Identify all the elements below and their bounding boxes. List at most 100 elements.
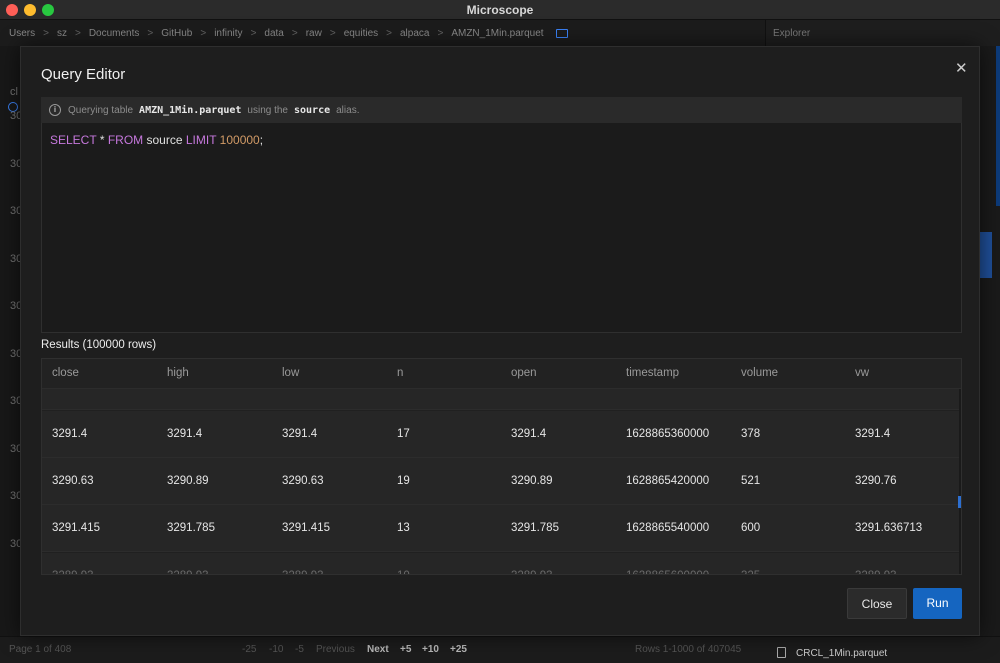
breadcrumb-item[interactable]: data	[264, 28, 283, 39]
column-header-timestamp[interactable]: timestamp	[626, 367, 679, 379]
breadcrumb-separator: >	[291, 27, 298, 39]
breadcrumb-separator: >	[437, 27, 444, 39]
sql-star: *	[99, 133, 105, 147]
explorer-label: Explorer	[773, 28, 811, 39]
info-middle: using the	[247, 104, 288, 116]
results-label: Results (100000 rows)	[41, 339, 157, 351]
column-header-vw[interactable]: vw	[855, 367, 869, 379]
table-cell-n: 13	[397, 522, 410, 534]
breadcrumb-item[interactable]: equities	[344, 28, 378, 39]
table-cell-vw: 3289.93	[855, 570, 897, 574]
app-title: Microscope	[466, 3, 534, 17]
table-cell-open: 3290.89	[511, 475, 553, 487]
breadcrumb-separator: >	[147, 27, 154, 39]
table-cell-high: 3291.4	[167, 428, 203, 440]
pager-plus-10[interactable]: +10	[422, 644, 439, 655]
sql-editor[interactable]: SELECT * FROM source LIMIT 100000;	[41, 123, 962, 333]
info-suffix: alias.	[336, 104, 360, 116]
close-button[interactable]: Close	[847, 588, 907, 619]
table-scrollbar[interactable]	[959, 389, 961, 574]
table-row[interactable]: 3291.4 3291.4 3291.4 17 3291.4 1628865360000 3…	[42, 411, 959, 458]
table-cell-close: 3291.415	[52, 522, 100, 534]
breadcrumb-separator: >	[250, 27, 257, 39]
column-header-volume[interactable]: volume	[741, 367, 778, 379]
title-bar: Microscope	[0, 0, 1000, 20]
table-cell-timestamp: 1628865540000	[626, 522, 710, 534]
info-alias: source	[294, 104, 331, 116]
results-table[interactable]: 3292.43292.9133292.4153292.9131628865240…	[41, 358, 962, 575]
query-editor-modal: Query Editor ✕ i Querying table AMZN_1Mi…	[20, 46, 980, 636]
table-cell-n: 17	[397, 428, 410, 440]
explorer-file-item[interactable]: CRCL_1Min.parquet	[796, 648, 887, 659]
pager-minus-25[interactable]: -25	[242, 644, 256, 655]
query-info-bar: i Querying table AMZN_1Min.parquet using…	[41, 97, 962, 123]
table-cell-volume: 600	[741, 522, 761, 534]
table-cell-timestamp: 1628865420000	[626, 475, 710, 487]
rows-indicator: Rows 1-1000 of 407045	[635, 644, 742, 655]
sql-keyword-from: FROM	[107, 133, 144, 147]
sql-keyword-select: SELECT	[50, 133, 97, 147]
table-cell-vw: 3291.636713	[855, 522, 923, 534]
table-cell-close: 3289.93	[52, 570, 94, 574]
pager-plus-25[interactable]: +25	[450, 644, 467, 655]
column-header-close[interactable]: close	[52, 367, 79, 379]
table-cell-vw: 3291.4	[855, 428, 891, 440]
column-header-high[interactable]: high	[167, 367, 189, 379]
breadcrumb-item[interactable]: Users	[9, 28, 35, 39]
sql-source: source	[146, 133, 183, 147]
table-cell-close: 3290.63	[52, 475, 94, 487]
breadcrumb-item[interactable]: GitHub	[161, 28, 192, 39]
breadcrumb-separator: >	[329, 27, 336, 39]
table-cell-low: 3291.4	[282, 428, 318, 440]
table-cell-open: 3291.785	[511, 522, 559, 534]
run-button[interactable]: Run	[913, 588, 962, 619]
table-row[interactable]: 3291.415 3291.785 3291.415 13 3291.785 162886…	[42, 505, 959, 552]
column-header-low[interactable]: low	[282, 367, 299, 379]
breadcrumb-item[interactable]: AMZN_1Min.parquet	[451, 28, 543, 39]
sql-limit-value: 100000	[219, 133, 260, 147]
breadcrumb: Users > sz > Documents > GitHub > infinity > data >…	[0, 20, 765, 46]
column-header-n[interactable]: n	[397, 367, 403, 379]
table-cell-volume: 521	[741, 475, 761, 487]
table-cell-open: 3289.93	[511, 570, 553, 574]
pager-previous[interactable]: Previous	[316, 644, 355, 655]
table-cell-low: 3289.93	[282, 570, 324, 574]
table-cell-high: 3289.93	[167, 570, 209, 574]
column-header-open[interactable]: open	[511, 367, 537, 379]
breadcrumb-item[interactable]: raw	[306, 28, 322, 39]
pager-next[interactable]: Next	[367, 644, 389, 655]
folder-icon[interactable]	[555, 28, 568, 38]
breadcrumb-separator: >	[200, 27, 207, 39]
breadcrumb-item[interactable]: infinity	[214, 28, 242, 39]
table-cell-close: 3291.4	[52, 428, 88, 440]
table-cell-volume: 378	[741, 428, 761, 440]
breadcrumb-item[interactable]: sz	[57, 28, 67, 39]
table-cell-timestamp: 1628865600000	[626, 570, 709, 574]
pager-plus-5[interactable]: +5	[400, 644, 411, 655]
table-cell-high: 3290.89	[167, 475, 209, 487]
table-cell-open: 3291.4	[511, 428, 547, 440]
info-icon: i	[49, 104, 61, 116]
scroll-marker	[958, 496, 961, 508]
info-table-name: AMZN_1Min.parquet	[139, 104, 242, 116]
explorer-header: Explorer	[765, 20, 1000, 46]
pager-minus-10[interactable]: -10	[269, 644, 283, 655]
table-cell-n: 10	[397, 570, 410, 574]
table-cell-volume: 325	[741, 570, 760, 574]
breadcrumb-item[interactable]: Documents	[89, 28, 140, 39]
pager-minus-5[interactable]: -5	[295, 644, 304, 655]
sql-keyword-limit: LIMIT	[185, 133, 217, 147]
footer: Page 1 of 408 -25 -10 -5 Previous Next +…	[0, 636, 1000, 663]
page-indicator: Page 1 of 408	[9, 644, 72, 655]
breadcrumb-item[interactable]: alpaca	[400, 28, 429, 39]
scroll-indicator	[996, 46, 1000, 206]
breadcrumb-separator: >	[386, 27, 392, 39]
background-table-strip: cl 30 30 30 30 30 30 30 30 30 30	[0, 46, 22, 636]
table-row[interactable]: 3290.63 3290.89 3290.63 19 3290.89 1628865420…	[42, 458, 959, 505]
breadcrumb-separator: >	[74, 27, 81, 39]
sql-semicolon: ;	[259, 133, 264, 147]
selected-file-indicator	[980, 232, 992, 278]
results-table-header: close high low n open timestamp volume vw	[42, 359, 961, 389]
close-icon[interactable]: ✕	[955, 59, 968, 77]
table-row[interactable]: 3289.93 3289.93 3289.93 10 3289.93 1628865600…	[42, 553, 959, 574]
